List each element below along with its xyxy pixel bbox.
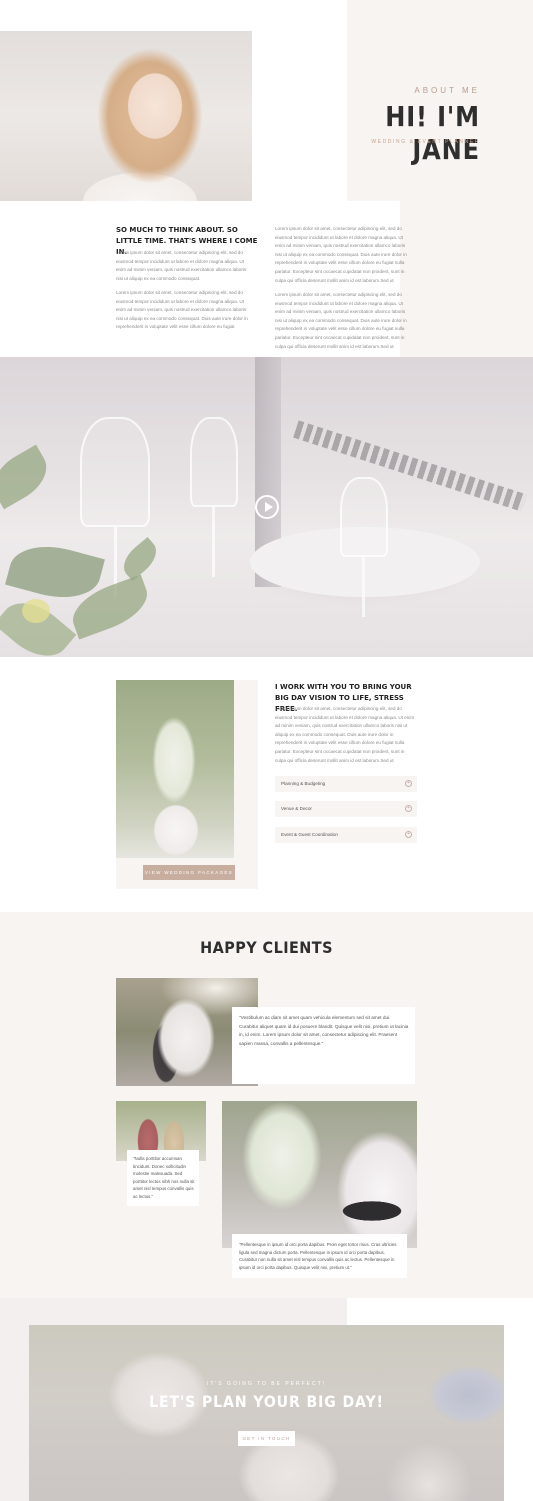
- plus-circle-icon: +: [405, 805, 412, 812]
- accordion-label: Venue & Decor: [281, 806, 312, 811]
- flowers-background-photo: [29, 1325, 504, 1501]
- testimonial-quote-2: "Nulla porttitor accumsan tincidunt. Don…: [133, 1156, 195, 1199]
- testimonial-quote-1: "Vestibulum ac diam sit amet quam vehicu…: [239, 1015, 409, 1046]
- play-icon: [265, 502, 273, 512]
- cta-eyebrow: IT'S GOING TO BE PERFECT!: [206, 1381, 327, 1387]
- accordion-label: Event & Guest Coordination: [281, 832, 338, 837]
- intro-paragraph-3: Lorem ipsum dolor sit amet, consectetur …: [275, 226, 407, 283]
- bouquet-photo: [116, 680, 234, 858]
- about-eyebrow: ABOUT ME: [414, 86, 480, 95]
- page-title: HI! I'M JANE: [385, 100, 480, 166]
- jane-portrait-photo: [0, 31, 252, 203]
- services-paragraph: Lorem ipsum dolor sit amet, consectetur …: [275, 706, 415, 763]
- plus-circle-icon: +: [405, 780, 412, 787]
- testimonial-quote-3: "Pellentesque in ipsum id orci porta dap…: [239, 1242, 397, 1270]
- video-play-button[interactable]: [255, 495, 279, 519]
- plus-circle-icon: +: [405, 831, 412, 838]
- intro-paragraph-1: Lorem ipsum dolor sit amet, consectetur …: [116, 250, 247, 281]
- accordion-planning-budgeting[interactable]: Planning & Budgeting +: [275, 776, 417, 792]
- accordion-label: Planning & Budgeting: [281, 781, 326, 786]
- page-subtitle: WEDDING & EVENT PLANNER: [371, 139, 480, 145]
- accordion-venue-decor[interactable]: Venue & Decor +: [275, 801, 417, 817]
- accordion-event-guest-coordination[interactable]: Event & Guest Coordination +: [275, 827, 417, 843]
- get-in-touch-button[interactable]: GET IN TOUCH: [238, 1431, 295, 1446]
- clients-title: HAPPY CLIENTS: [200, 938, 333, 957]
- intro-paragraph-4: Lorem ipsum dolor sit amet, consectetur …: [275, 292, 407, 349]
- view-wedding-packages-button[interactable]: VIEW WEDDING PACKAGES: [143, 865, 235, 880]
- intro-paragraph-2: Lorem ipsum dolor sit amet, consectetur …: [116, 290, 248, 330]
- bride-bouquet-photo: [222, 1101, 417, 1248]
- cta-title: LET'S PLAN YOUR BIG DAY!: [149, 1392, 384, 1411]
